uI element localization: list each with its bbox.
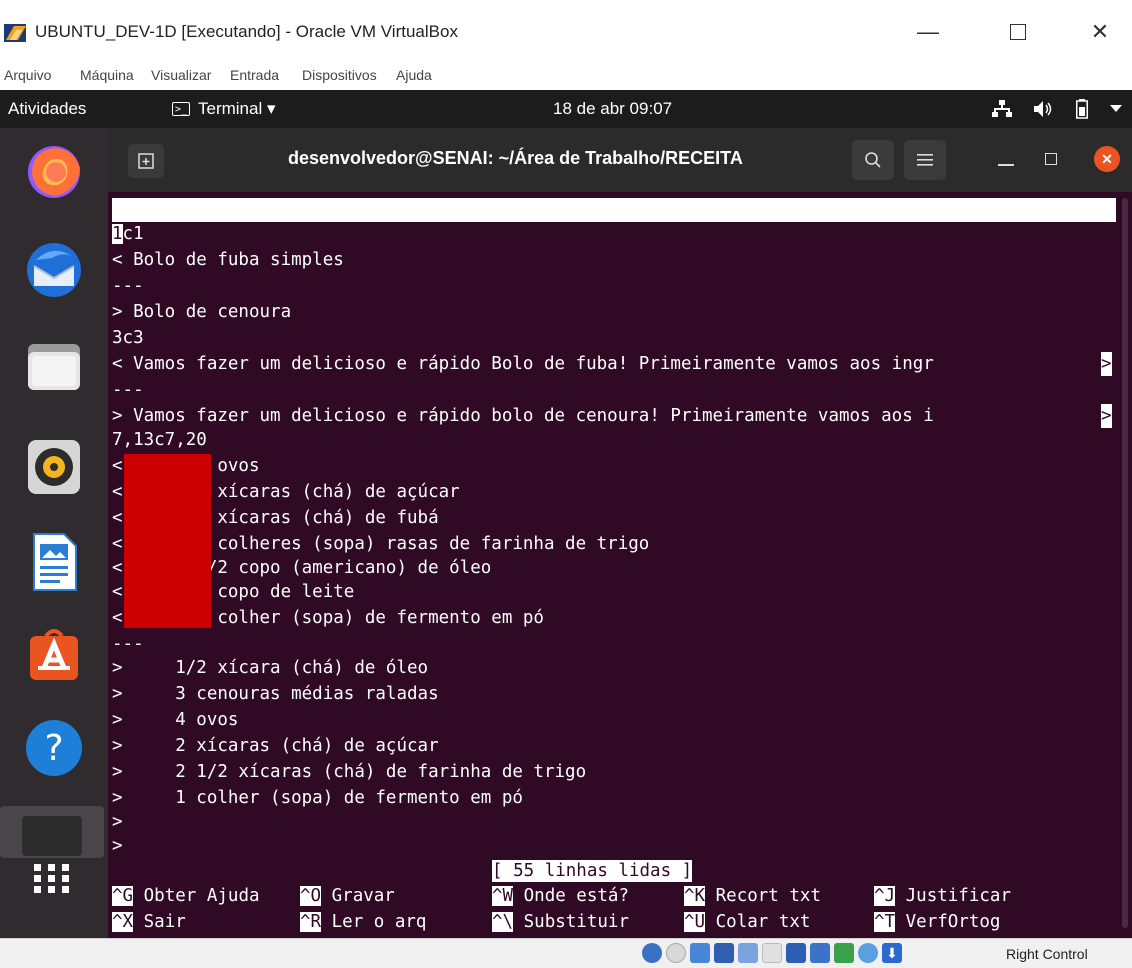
optical-drive-icon[interactable]: [666, 943, 686, 963]
video-capture-icon[interactable]: [810, 943, 830, 963]
thunderbird-icon[interactable]: [22, 238, 86, 302]
terminal-close-button[interactable]: ✕: [1094, 146, 1120, 172]
editor-line[interactable]: > 2 1/2 xícaras (chá) de farinha de trig…: [112, 760, 586, 784]
ubuntu-dock: ?: [0, 128, 108, 938]
vbox-status-icons: ⬇: [642, 943, 902, 963]
mouse-integration-icon[interactable]: ⬇: [882, 943, 902, 963]
files-icon[interactable]: [22, 334, 86, 398]
help-icon[interactable]: ?: [22, 716, 86, 780]
editor-line[interactable]: >: [112, 810, 123, 834]
menu-entrada[interactable]: Entrada: [230, 67, 279, 83]
hamburger-menu-button[interactable]: [904, 140, 946, 180]
editor-line[interactable]: >: [112, 834, 123, 858]
search-button[interactable]: [852, 140, 894, 180]
shortcut-justify[interactable]: ^J Justificar: [874, 884, 1011, 908]
shared-folders-icon[interactable]: [762, 943, 782, 963]
vbox-titlebar: UBUNTU_DEV-1D [Executando] - Oracle VM V…: [0, 0, 1132, 64]
nano-status-message: [ 55 linhas lidas ]: [492, 860, 693, 882]
cpu-icon[interactable]: [858, 943, 878, 963]
editor-line[interactable]: > 4 ovos: [112, 708, 238, 732]
editor-line[interactable]: > 3 cenouras médias raladas: [112, 682, 439, 706]
shortcut-save[interactable]: ^O Gravar: [300, 884, 395, 908]
terminal-maximize-button[interactable]: [1045, 153, 1057, 165]
volume-icon: [1034, 101, 1052, 117]
editor-line[interactable]: > Vamos fazer um delicioso e rápido bolo…: [112, 404, 934, 428]
usb-icon[interactable]: [738, 943, 758, 963]
shortcut-cut[interactable]: ^K Recort txt: [684, 884, 821, 908]
scrollbar[interactable]: [1122, 198, 1128, 928]
libreoffice-writer-icon[interactable]: [22, 530, 86, 594]
hamburger-icon: [917, 154, 933, 166]
display-icon[interactable]: [786, 943, 806, 963]
nano-filename: BoloCenoba.txt: [536, 248, 684, 268]
vbox-statusbar: ⬇ Right Control: [0, 938, 1132, 968]
line-overflow-marker: >: [1101, 352, 1112, 376]
rhythmbox-icon[interactable]: [22, 434, 86, 498]
shortcut-exit[interactable]: ^X Sair: [112, 910, 186, 934]
redaction-box: [124, 454, 211, 628]
editor-line[interactable]: ---: [112, 378, 144, 402]
terminal-minimize-button[interactable]: [998, 148, 1014, 166]
line-overflow-marker: >: [1101, 404, 1112, 428]
nano-version: GNU nano 4.8: [136, 224, 263, 244]
activities-button[interactable]: Atividades: [8, 99, 86, 119]
editor-line[interactable]: < Vamos fazer um delicioso e rápido Bolo…: [112, 352, 934, 376]
menu-ajuda[interactable]: Ajuda: [396, 67, 432, 83]
nano-header: GNU nano 4.8 BoloCenoba.txt: [112, 198, 1116, 268]
shortcut-read-file[interactable]: ^R Ler o arq: [300, 910, 426, 934]
network-adapter-icon[interactable]: [714, 943, 734, 963]
firefox-icon[interactable]: [22, 138, 86, 202]
gnome-top-bar: Atividades >_ Terminal ▾ 18 de abr 09:07: [0, 90, 1132, 128]
virtualbox-icon: [4, 24, 26, 42]
new-tab-button[interactable]: [128, 144, 164, 178]
battery-icon: [1076, 99, 1088, 119]
terminal-app-icon: [22, 816, 82, 856]
show-applications-icon[interactable]: [34, 864, 70, 894]
editor-line[interactable]: 3c3: [112, 326, 144, 350]
shortcut-help[interactable]: ^G Obter Ajuda: [112, 884, 260, 908]
audio-icon[interactable]: [690, 943, 710, 963]
maximize-button[interactable]: [996, 14, 1040, 50]
app-menu-label: Terminal ▾: [198, 99, 276, 118]
menu-dispositivos[interactable]: Dispositivos: [302, 67, 377, 83]
search-icon: [865, 152, 881, 168]
editor-line[interactable]: > Bolo de cenoura: [112, 300, 291, 324]
new-tab-icon: [138, 153, 154, 169]
host-key-label: Right Control: [1006, 946, 1088, 962]
editor-line-1[interactable]: 1c1: [112, 222, 144, 246]
dock-terminal-item[interactable]: [0, 806, 104, 858]
app-menu[interactable]: >_ Terminal ▾: [172, 99, 276, 119]
close-button[interactable]: ✕: [1078, 14, 1122, 50]
editor-line[interactable]: > 1/2 xícara (chá) de óleo: [112, 656, 428, 680]
shortcut-where-is[interactable]: ^W Onde está?: [492, 884, 629, 908]
window-title: UBUNTU_DEV-1D [Executando] - Oracle VM V…: [35, 22, 458, 41]
editor-line[interactable]: 7,13c7,20: [112, 428, 207, 452]
menu-arquivo[interactable]: Arquivo: [4, 67, 51, 83]
menu-visualizar[interactable]: Visualizar: [151, 67, 211, 83]
guest-additions-icon[interactable]: [834, 943, 854, 963]
clock[interactable]: 18 de abr 09:07: [553, 99, 672, 119]
network-icon: [992, 100, 1012, 117]
shortcut-spell[interactable]: ^T VerfOrtog: [874, 910, 1000, 934]
editor-line[interactable]: ---: [112, 274, 144, 298]
vbox-menubar: Arquivo Máquina Visualizar Entrada Dispo…: [0, 64, 1132, 90]
terminal-headerbar: desenvolvedor@SENAI: ~/Área de Trabalho/…: [108, 128, 1132, 192]
editor-line[interactable]: ---: [112, 632, 144, 656]
shortcut-replace[interactable]: ^\ Substituir: [492, 910, 629, 934]
editor-line[interactable]: < Bolo de fuba simples: [112, 248, 344, 272]
ubuntu-software-icon[interactable]: [22, 622, 86, 686]
minimize-button[interactable]: —: [906, 14, 950, 50]
svg-text:?: ?: [44, 728, 63, 769]
terminal-body[interactable]: GNU nano 4.8 BoloCenoba.txt 1c1 < Bolo d…: [108, 192, 1132, 938]
editor-line[interactable]: > 2 xícaras (chá) de açúcar: [112, 734, 439, 758]
chevron-down-icon: [1110, 105, 1122, 112]
terminal-title: desenvolvedor@SENAI: ~/Área de Trabalho/…: [288, 148, 743, 168]
terminal-icon: >_: [172, 102, 190, 116]
menu-maquina[interactable]: Máquina: [80, 67, 134, 83]
text-cursor: 1: [112, 224, 123, 244]
editor-line[interactable]: > 1 colher (sopa) de fermento em pó: [112, 786, 523, 810]
shortcut-paste[interactable]: ^U Colar txt: [684, 910, 810, 934]
hard-disk-icon[interactable]: [642, 943, 662, 963]
system-tray[interactable]: [992, 96, 1122, 122]
